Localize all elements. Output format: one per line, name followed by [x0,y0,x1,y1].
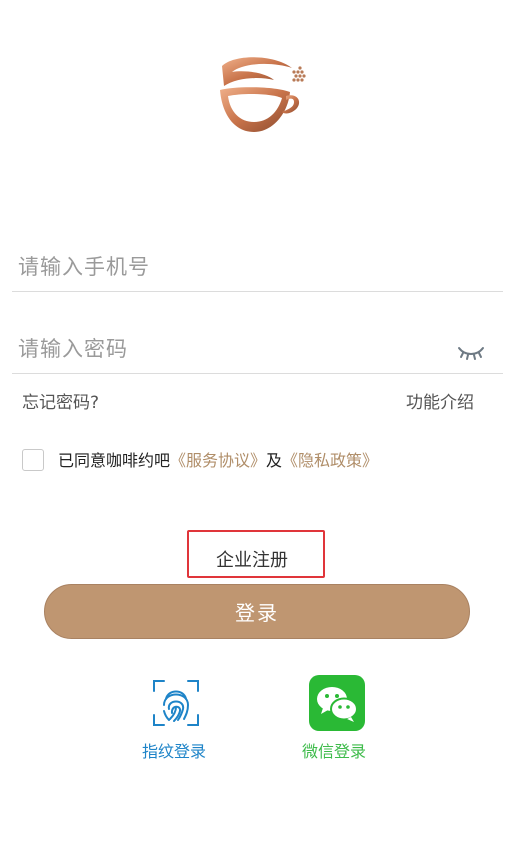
coffee-cup-logo-icon [214,52,306,138]
feature-intro-link[interactable]: 功能介绍 [406,388,474,413]
login-button[interactable]: 登录 [44,584,470,639]
eye-closed-icon[interactable] [456,342,486,362]
forgot-password-link[interactable]: 忘记密码? [22,388,99,413]
enterprise-register-link[interactable]: 企业注册 [216,546,288,572]
password-input[interactable]: 请输入密码 [18,333,128,363]
service-agreement-link[interactable]: 《服务协议》 [170,451,266,470]
wechat-login-label[interactable]: 微信登录 [302,738,366,762]
and-text: 及 [266,451,283,470]
phone-input[interactable]: 请输入手机号 [18,251,150,281]
password-divider [12,373,503,374]
privacy-policy-link[interactable]: 《隐私政策》 [282,451,378,470]
agreement-prefix: 已同意咖啡约吧 [58,451,171,470]
fingerprint-icon[interactable] [152,679,200,727]
fingerprint-login-label[interactable]: 指纹登录 [142,738,206,762]
wechat-icon[interactable] [309,675,365,731]
phone-divider [12,291,503,292]
agreement-text: 已同意咖啡约吧《服务协议》及《隐私政策》 [58,447,378,471]
agreement-checkbox[interactable] [22,449,44,471]
